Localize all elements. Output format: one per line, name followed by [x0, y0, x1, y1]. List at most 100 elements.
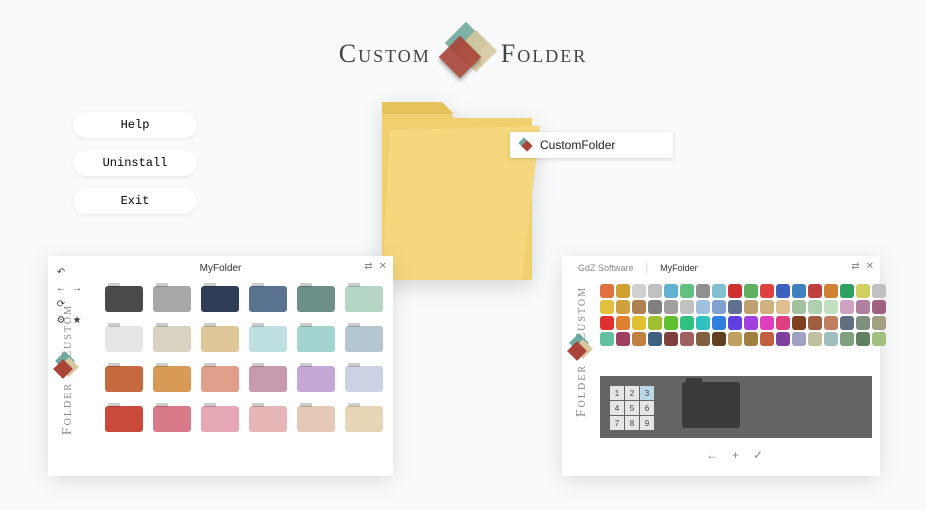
- emblem-swatch[interactable]: [808, 300, 822, 314]
- folder-color-swatch[interactable]: [201, 286, 239, 312]
- emblem-swatch[interactable]: [856, 300, 870, 314]
- folder-color-swatch[interactable]: [297, 286, 335, 312]
- emblem-swatch[interactable]: [728, 284, 742, 298]
- emblem-swatch[interactable]: [840, 300, 854, 314]
- emblem-swatch[interactable]: [696, 332, 710, 346]
- emblem-swatch[interactable]: [632, 316, 646, 330]
- folder-color-swatch[interactable]: [297, 366, 335, 392]
- emblem-swatch[interactable]: [728, 332, 742, 346]
- emblem-swatch[interactable]: [872, 316, 886, 330]
- emblem-swatch[interactable]: [792, 300, 806, 314]
- folder-color-swatch[interactable]: [345, 286, 383, 312]
- folder-color-swatch[interactable]: [153, 286, 191, 312]
- emblem-swatch[interactable]: [744, 332, 758, 346]
- uninstall-button[interactable]: Uninstall: [73, 150, 197, 176]
- folder-color-swatch[interactable]: [153, 366, 191, 392]
- emblem-swatch[interactable]: [712, 332, 726, 346]
- folder-color-swatch[interactable]: [201, 406, 239, 432]
- emblem-swatch[interactable]: [616, 300, 630, 314]
- emblem-swatch[interactable]: [648, 300, 662, 314]
- emblem-swatch[interactable]: [760, 300, 774, 314]
- exit-button[interactable]: Exit: [73, 188, 197, 214]
- emblem-swatch[interactable]: [600, 300, 614, 314]
- emblem-swatch[interactable]: [824, 300, 838, 314]
- emblem-swatch[interactable]: [632, 284, 646, 298]
- emblem-swatch[interactable]: [680, 300, 694, 314]
- emblem-swatch[interactable]: [808, 332, 822, 346]
- emblem-swatch[interactable]: [664, 316, 678, 330]
- folder-color-swatch[interactable]: [345, 326, 383, 352]
- emblem-swatch[interactable]: [872, 284, 886, 298]
- folder-color-swatch[interactable]: [249, 366, 287, 392]
- forward-icon[interactable]: →: [71, 282, 83, 294]
- emblem-swatch[interactable]: [744, 284, 758, 298]
- emblem-swatch[interactable]: [600, 284, 614, 298]
- emblem-swatch[interactable]: [776, 332, 790, 346]
- folder-color-swatch[interactable]: [345, 366, 383, 392]
- folder-color-swatch[interactable]: [105, 406, 143, 432]
- emblem-swatch[interactable]: [824, 284, 838, 298]
- emblem-swatch[interactable]: [664, 332, 678, 346]
- footer-back-icon[interactable]: ←: [706, 448, 718, 462]
- emblem-swatch[interactable]: [712, 284, 726, 298]
- emblem-swatch[interactable]: [808, 284, 822, 298]
- back-icon[interactable]: ←: [55, 282, 67, 294]
- numpad-cell[interactable]: 1: [610, 386, 624, 400]
- emblem-swatch[interactable]: [840, 332, 854, 346]
- footer-add-icon[interactable]: +: [732, 448, 739, 462]
- emblem-swatch[interactable]: [712, 316, 726, 330]
- emblem-swatch[interactable]: [856, 316, 870, 330]
- emblem-swatch[interactable]: [872, 332, 886, 346]
- emblem-swatch[interactable]: [696, 316, 710, 330]
- folder-color-swatch[interactable]: [105, 366, 143, 392]
- close-icon[interactable]: ✕: [866, 261, 874, 272]
- emblem-swatch[interactable]: [632, 300, 646, 314]
- emblem-swatch[interactable]: [712, 300, 726, 314]
- emblem-swatch[interactable]: [600, 332, 614, 346]
- emblem-swatch[interactable]: [856, 284, 870, 298]
- emblem-swatch[interactable]: [680, 332, 694, 346]
- shuffle-icon[interactable]: ⇄: [851, 261, 859, 272]
- emblem-swatch[interactable]: [616, 316, 630, 330]
- emblem-swatch[interactable]: [792, 284, 806, 298]
- emblem-swatch[interactable]: [648, 316, 662, 330]
- numpad-cell[interactable]: 4: [610, 401, 624, 415]
- emblem-swatch[interactable]: [840, 284, 854, 298]
- emblem-swatch[interactable]: [840, 316, 854, 330]
- numpad-cell[interactable]: 5: [625, 401, 639, 415]
- emblem-swatch[interactable]: [760, 332, 774, 346]
- numpad-cell[interactable]: 8: [625, 416, 639, 430]
- emblem-swatch[interactable]: [776, 300, 790, 314]
- emblem-swatch[interactable]: [808, 316, 822, 330]
- folder-color-swatch[interactable]: [249, 286, 287, 312]
- folder-color-swatch[interactable]: [249, 326, 287, 352]
- numpad-cell[interactable]: 9: [640, 416, 654, 430]
- emblem-swatch[interactable]: [824, 332, 838, 346]
- emblem-swatch[interactable]: [680, 284, 694, 298]
- emblem-swatch[interactable]: [632, 332, 646, 346]
- emblem-swatch[interactable]: [872, 300, 886, 314]
- emblem-swatch[interactable]: [600, 316, 614, 330]
- folder-color-swatch[interactable]: [153, 326, 191, 352]
- emblem-swatch[interactable]: [760, 316, 774, 330]
- emblem-swatch[interactable]: [776, 316, 790, 330]
- emblem-swatch[interactable]: [776, 284, 790, 298]
- emblem-swatch[interactable]: [696, 300, 710, 314]
- folder-color-swatch[interactable]: [201, 366, 239, 392]
- tab-myfolder[interactable]: MyFolder: [652, 260, 706, 276]
- folder-color-swatch[interactable]: [105, 286, 143, 312]
- numpad-cell[interactable]: 6: [640, 401, 654, 415]
- emblem-swatch[interactable]: [648, 284, 662, 298]
- numpad-cell[interactable]: 3: [640, 386, 654, 400]
- emblem-swatch[interactable]: [728, 300, 742, 314]
- numpad-cell[interactable]: 2: [625, 386, 639, 400]
- emblem-swatch[interactable]: [792, 332, 806, 346]
- emblem-swatch[interactable]: [792, 316, 806, 330]
- emblem-swatch[interactable]: [680, 316, 694, 330]
- folder-color-swatch[interactable]: [105, 326, 143, 352]
- emblem-swatch[interactable]: [696, 284, 710, 298]
- footer-confirm-icon[interactable]: ✓: [753, 448, 763, 462]
- emblem-swatch[interactable]: [664, 284, 678, 298]
- emblem-swatch[interactable]: [728, 316, 742, 330]
- numpad-cell[interactable]: 7: [610, 416, 624, 430]
